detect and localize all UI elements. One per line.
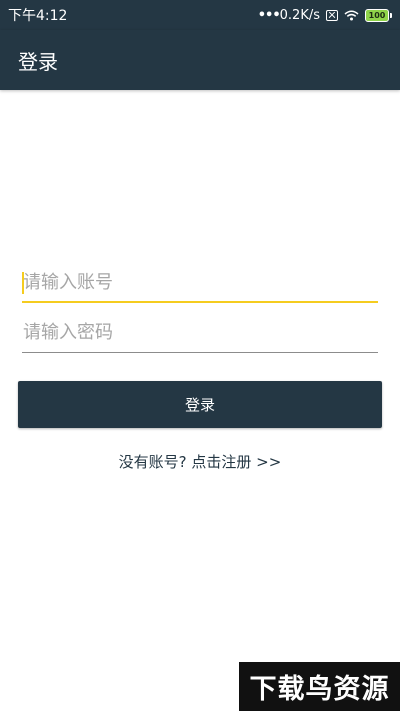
login-screen: 下午4:12 •••0.2K/s 100 登录 登录 没有账号? <box>0 0 400 711</box>
battery-level: 100 <box>365 8 389 22</box>
register-link[interactable]: 没有账号? 点击注册 >> <box>0 451 400 472</box>
network-speed: •••0.2K/s <box>258 8 320 23</box>
text-cursor <box>22 272 24 294</box>
watermark-logo: 下载鸟资源 <box>239 662 400 711</box>
wifi-icon <box>344 10 359 21</box>
status-bar: 下午4:12 •••0.2K/s 100 <box>0 0 400 30</box>
app-bar: 登录 <box>0 30 400 90</box>
battery-icon: 100 <box>365 8 392 22</box>
password-input[interactable] <box>22 313 378 352</box>
username-field-container <box>22 263 378 303</box>
status-time: 下午4:12 <box>8 8 68 24</box>
password-field-container <box>22 313 378 353</box>
battery-tip <box>390 12 392 18</box>
network-speed-value: 0.2K/s <box>279 7 320 23</box>
signal-dots-icon: ••• <box>257 7 281 23</box>
page-title: 登录 <box>18 49 58 74</box>
sim-off-icon <box>326 9 338 21</box>
username-input[interactable] <box>22 263 378 301</box>
status-icons: •••0.2K/s 100 <box>258 8 392 23</box>
login-button[interactable]: 登录 <box>18 381 382 428</box>
